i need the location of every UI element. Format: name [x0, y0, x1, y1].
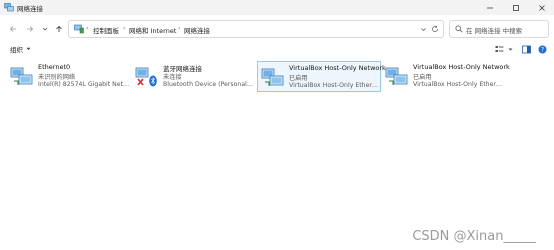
connection-status: 未识别的网络 — [38, 74, 76, 81]
connection-device: VirtualBox Host-Only Ethernet Ad... — [413, 81, 505, 88]
connection-item-bluetooth[interactable]: 蓝牙网络连接 未连接 Bluetooth Device (Personal Ar… — [132, 61, 256, 92]
address-bar[interactable]: › 控制面板 › 网络和 Internet › 网络连接 — [68, 20, 444, 38]
breadcrumb-separator: › — [86, 25, 89, 32]
up-button[interactable] — [53, 23, 65, 35]
caret-down-icon — [26, 47, 31, 50]
search-input[interactable]: 在 网络连接 中搜索 — [449, 20, 549, 38]
breadcrumb-network-connections[interactable]: 网络连接 — [184, 25, 210, 35]
connection-status: 未连接 — [163, 74, 182, 81]
maximize-icon — [513, 4, 519, 11]
help-icon[interactable]: ? — [538, 45, 547, 54]
ethernet-adapter-icon — [385, 67, 408, 85]
breadcrumb-separator: › — [178, 25, 181, 32]
refresh-icon[interactable] — [431, 25, 439, 33]
chevron-down-icon — [42, 27, 48, 31]
connections-view: Ethernet0 未识别的网络 Intel(R) 82574L Gigabit… — [0, 57, 554, 250]
svg-text:?: ? — [541, 47, 544, 54]
breadcrumb-control-panel[interactable]: 控制面板 — [93, 25, 119, 35]
recent-locations-button[interactable] — [39, 23, 51, 35]
connection-device: VirtualBox Host-Only Ethernet Ad... — [289, 82, 381, 89]
minimize-icon — [487, 7, 493, 8]
connection-item-ethernet0[interactable]: Ethernet0 未识别的网络 Intel(R) 82574L Gigabit… — [7, 61, 131, 92]
arrow-left-icon — [9, 26, 16, 32]
maximize-button[interactable] — [505, 0, 527, 15]
network-connections-icon — [4, 3, 14, 12]
command-bar: 组织 ? — [0, 41, 554, 57]
organize-button[interactable]: 组织 — [10, 44, 31, 54]
forward-button[interactable] — [24, 23, 36, 35]
title-bar: 网络连接 — [0, 0, 554, 15]
search-icon — [455, 25, 463, 33]
close-button[interactable] — [531, 0, 553, 15]
connection-name: VirtualBox Host-Only Network — [413, 63, 510, 71]
connection-device: Bluetooth Device (Personal Area ... — [163, 81, 255, 88]
arrow-right-icon — [27, 26, 34, 32]
breadcrumb-separator: › — [123, 25, 126, 32]
connection-name: VirtualBox Host-Only Network — [289, 64, 386, 72]
window-title: 网络连接 — [17, 5, 43, 13]
ethernet-adapter-icon — [261, 68, 284, 86]
close-icon — [539, 4, 545, 11]
ethernet-adapter-icon — [10, 67, 33, 85]
search-placeholder: 在 网络连接 中搜索 — [466, 27, 523, 35]
back-button[interactable] — [7, 23, 19, 35]
breadcrumb-network-internet[interactable]: 网络和 Internet — [129, 25, 176, 35]
connection-status: 已启用 — [289, 75, 308, 82]
address-dropdown-icon[interactable] — [420, 26, 427, 33]
connection-status: 已启用 — [413, 74, 432, 81]
minimize-button[interactable] — [479, 0, 501, 15]
view-dropdown-icon[interactable] — [506, 45, 515, 54]
connection-item-virtualbox-1[interactable]: VirtualBox Host-Only Network 已启用 Virtual… — [257, 61, 386, 92]
navigation-bar: › 控制面板 › 网络和 Internet › 网络连接 在 网络连接 中搜索 — [0, 15, 554, 41]
arrow-up-icon — [56, 25, 62, 32]
connection-item-virtualbox-2[interactable]: VirtualBox Host-Only Network 已启用 Virtual… — [382, 61, 510, 92]
connection-device: Intel(R) 82574L Gigabit Network... — [38, 81, 130, 88]
preview-pane-icon[interactable] — [522, 45, 531, 54]
control-panel-icon — [74, 24, 84, 34]
bluetooth-adapter-icon — [135, 67, 157, 87]
organize-label: 组织 — [10, 46, 23, 54]
connection-name: Ethernet0 — [38, 63, 71, 71]
watermark: CSDN @Xinan_____ — [412, 229, 536, 244]
view-options-icon[interactable] — [495, 45, 504, 54]
